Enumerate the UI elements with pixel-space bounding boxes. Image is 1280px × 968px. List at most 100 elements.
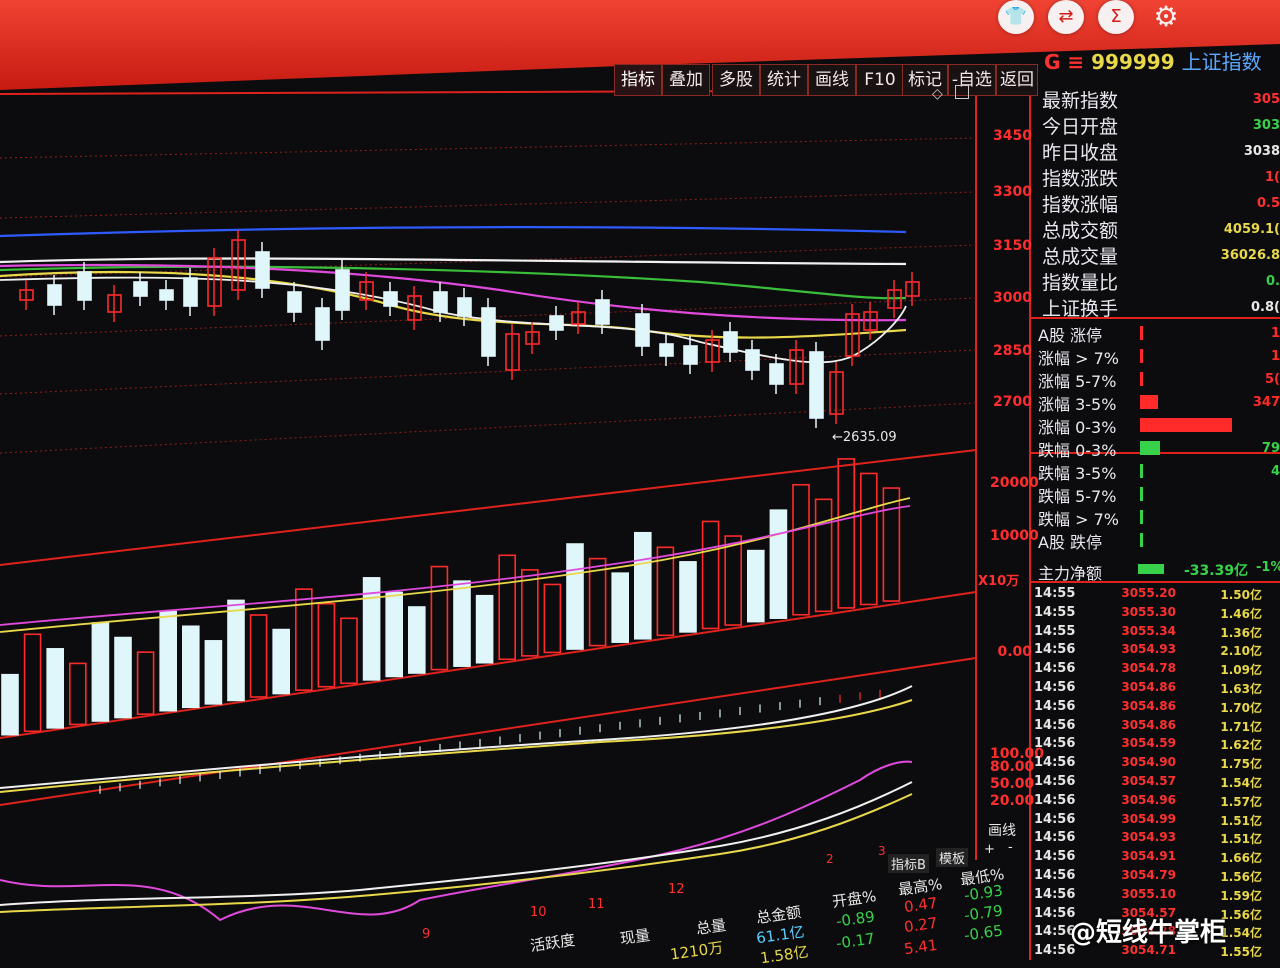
- tick-vol: 1.63亿: [1220, 682, 1262, 696]
- tab-plus[interactable]: +: [984, 842, 995, 857]
- candle-body: [549, 315, 564, 331]
- gear-icon[interactable]: ⚙: [1148, 0, 1184, 34]
- toolbar-back-button[interactable]: 返回: [996, 64, 1038, 96]
- quote-value: 0.5: [1256, 196, 1280, 211]
- tick-time: 14:56: [1034, 680, 1076, 695]
- toolbar-stats-button[interactable]: 统计: [760, 64, 808, 96]
- volume-bar: [385, 591, 404, 678]
- volume-bar: [182, 625, 200, 709]
- bottom-stats-table: 活跃度 现量 总量 总金额 开盘% 最高% 最低% 1210万 61.1亿 -0…: [520, 865, 1020, 967]
- breadth-bar: [1140, 372, 1143, 386]
- breadth-label: 跌幅 > 7%: [1038, 510, 1119, 529]
- volume-bar: [475, 594, 494, 664]
- candle-body: [809, 351, 824, 419]
- tick-vol: 1.51亿: [1220, 832, 1262, 847]
- toolbar-overlay-button[interactable]: 叠加: [662, 64, 710, 96]
- tick-time: 14:56: [1034, 698, 1076, 714]
- volume-bar: [792, 483, 810, 616]
- breadth-value: 79: [1261, 441, 1280, 456]
- volume-bar: [136, 651, 155, 715]
- volume-bar: [69, 662, 87, 726]
- tick-row: 14:56 3054.86 1.70亿: [1034, 699, 1280, 718]
- tick-price: 3055.10: [1121, 886, 1176, 901]
- gridline: [0, 191, 977, 219]
- toolbar-f10-button[interactable]: F10: [856, 64, 904, 96]
- toolbar-indicator-button[interactable]: 指标: [614, 64, 662, 96]
- tick-time: 14:55: [1034, 623, 1076, 639]
- tab-template[interactable]: 模板: [936, 848, 969, 867]
- transfer-icon[interactable]: ⇄: [1048, 0, 1084, 34]
- breadth-label: 跌幅 5-7%: [1038, 487, 1117, 506]
- breadth-value: 5(: [1265, 372, 1280, 387]
- tick-row: 14:56 3054.99 1.51亿: [1034, 812, 1280, 831]
- volume-bar: [837, 458, 856, 609]
- quote-row: 昨日收盘 3038: [1034, 138, 1280, 164]
- tick-price: 3054.86: [1121, 680, 1176, 694]
- breadth-row: 涨幅 0-3%: [1034, 414, 1280, 438]
- tick-vol: 1.66亿: [1220, 851, 1262, 866]
- sigma-icon[interactable]: Σ: [1098, 0, 1134, 34]
- volume-bar: [814, 498, 833, 613]
- tick-row: 14:55 3055.30 1.46亿: [1034, 605, 1280, 624]
- window-toggle-icon[interactable]: [955, 85, 969, 99]
- quote-value: 0.8(: [1251, 300, 1280, 315]
- stock-header: G ≡ 999999 上证指数: [1044, 46, 1262, 74]
- quote-label: 总成交量: [1042, 246, 1119, 268]
- kdj-axis-label: 50.00: [990, 776, 1035, 792]
- indicator-zero-label: 0.00: [997, 644, 1032, 660]
- quote-label: 指数量比: [1042, 272, 1119, 294]
- tick-price: 3055.20: [1121, 586, 1176, 600]
- main-inflow-value: -33.39亿: [1184, 563, 1249, 579]
- volume-bar: [159, 610, 177, 712]
- toolbar-multi-stock-button[interactable]: 多股: [712, 64, 760, 96]
- tick-time: 14:56: [1034, 886, 1076, 902]
- tab-indicator-b[interactable]: 指标B: [888, 854, 929, 873]
- market-breadth-panel: A股 涨停 1 涨幅 > 7% 1 涨幅 5-7% 5(涨幅 3-5% 347 涨幅 0-3%…: [1034, 318, 1280, 558]
- tick-row: 14:56 3054.93 1.51亿: [1034, 830, 1280, 849]
- quote-label: 指数涨跌: [1042, 168, 1119, 190]
- diamond-icon[interactable]: ◇: [932, 86, 943, 102]
- tick-price: 3054.59: [1121, 736, 1176, 751]
- breadth-row: 跌幅 0-3% 79: [1034, 437, 1280, 461]
- tick-row: 14:56 3054.86 1.63亿: [1034, 680, 1280, 699]
- candle-body: [457, 297, 472, 317]
- quote-value: 4059.1(: [1223, 222, 1280, 237]
- candle-body: [383, 291, 398, 307]
- table-header: 活跃度: [529, 930, 577, 956]
- table-cell: 0.47: [902, 893, 939, 917]
- volume-bar: [91, 622, 110, 722]
- tick-price: 3054.57: [1121, 774, 1176, 788]
- tick-row: 14:55 3055.34 1.36亿: [1034, 624, 1280, 643]
- shirt-icon[interactable]: 👕: [998, 0, 1034, 34]
- volume-bar: [724, 535, 743, 626]
- volume-bar: [633, 531, 652, 640]
- table-header: 总量: [694, 915, 728, 938]
- tick-vol: 1.62亿: [1220, 738, 1262, 753]
- tick-vol: 1.57亿: [1220, 794, 1262, 809]
- tick-vol: 1.75亿: [1220, 757, 1262, 772]
- quote-label: 昨日收盘: [1042, 142, 1119, 164]
- breadth-label: A股 涨停: [1038, 326, 1103, 345]
- volume-unit-label: X10万: [978, 574, 1020, 589]
- draw-line-label[interactable]: 画线: [988, 820, 1016, 840]
- table-cell: 5.41: [902, 935, 939, 959]
- tick-price: 3054.79: [1121, 868, 1176, 882]
- candle-body: [683, 345, 698, 365]
- breadth-label: 跌幅 3-5%: [1038, 464, 1117, 483]
- breadth-value: 1: [1270, 326, 1280, 341]
- tick-list[interactable]: 14:55 3055.20 1.50亿 14:55 3055.30 1.46亿 14:55 3…: [1034, 586, 1280, 960]
- tick-row: 14:56 3055.10 1.59亿: [1034, 887, 1280, 906]
- quote-row: 指数涨跌 1(: [1034, 164, 1280, 190]
- volume-bar: [340, 617, 358, 685]
- candle-body: [133, 281, 148, 297]
- tab-minus[interactable]: -: [1008, 840, 1013, 855]
- toolbar-draw-button[interactable]: 画线: [808, 64, 856, 96]
- candle-body: [335, 269, 350, 311]
- volume-bar: [227, 599, 245, 702]
- price-axis-label: 3150: [993, 238, 1032, 254]
- tick-price: 3054.78: [1121, 661, 1176, 676]
- breadth-label: 涨幅 3-5%: [1038, 395, 1117, 414]
- breadth-label: 涨幅 > 7%: [1038, 349, 1119, 368]
- quote-value: 1(: [1265, 170, 1280, 185]
- volume-bar: [249, 614, 268, 698]
